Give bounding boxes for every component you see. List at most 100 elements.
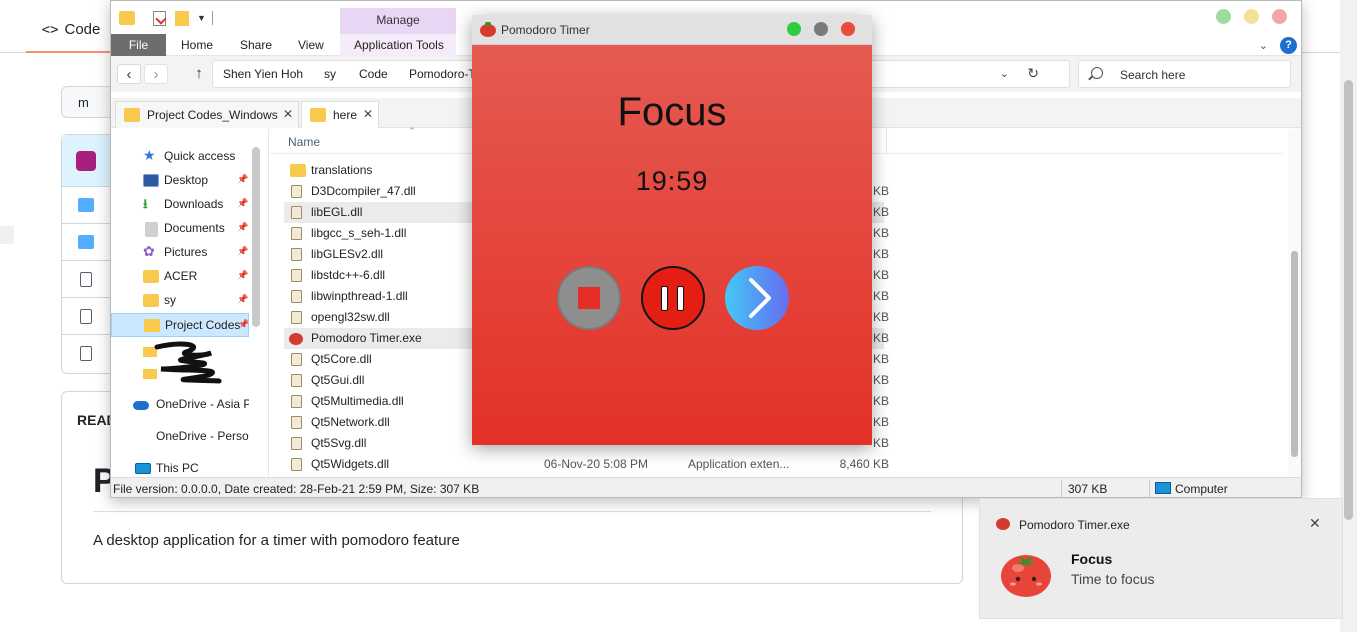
breadcrumb[interactable]: Pomodoro-T bbox=[409, 67, 476, 81]
search-input[interactable]: Search here bbox=[1078, 60, 1291, 88]
navigation-pane: ★ Quick access Desktop 📌 ⭳ Downloads 📌 Docum… bbox=[111, 129, 268, 476]
status-info: File version: 0.0.0.0, Date created: 28-… bbox=[113, 482, 480, 496]
properties-icon[interactable] bbox=[153, 11, 166, 26]
dll-file-icon bbox=[291, 437, 302, 450]
scrollbar-thumb[interactable] bbox=[1291, 251, 1298, 457]
branch-label: m bbox=[78, 95, 89, 110]
file-list-scrollbar[interactable] bbox=[1288, 129, 1301, 476]
toast-body: Time to focus bbox=[1071, 571, 1155, 587]
tab-label: here bbox=[333, 108, 358, 122]
up-button[interactable]: ↑ bbox=[187, 64, 211, 84]
folder-icon bbox=[124, 108, 140, 122]
toast-app-name: Pomodoro Timer.exe bbox=[1019, 518, 1130, 532]
minimize-button[interactable] bbox=[814, 22, 828, 36]
folder-icon bbox=[144, 319, 160, 332]
sidebar-item-label: This PC bbox=[156, 461, 199, 475]
timer-display: 19:59 bbox=[635, 166, 709, 196]
file-name: Qt5Svg.dll bbox=[311, 436, 367, 450]
sidebar-item-onedrive-personal[interactable]: OneDrive - Person bbox=[111, 425, 249, 449]
sidebar-item-downloads[interactable]: ⭳ Downloads 📌 bbox=[111, 193, 249, 217]
sidebar-item-acer[interactable]: ACER 📌 bbox=[111, 265, 249, 289]
tab-share[interactable]: Share bbox=[240, 34, 272, 56]
status-bar: File version: 0.0.0.0, Date created: 28-… bbox=[111, 477, 1301, 497]
customize-toolbar-icon[interactable]: ▼ bbox=[197, 13, 206, 23]
sidebar-item-project-codes[interactable]: Project Codes 📌 bbox=[111, 313, 249, 337]
close-icon[interactable]: ✕ bbox=[283, 107, 293, 121]
minimize-button[interactable] bbox=[1244, 9, 1259, 24]
tomato-icon bbox=[289, 333, 303, 345]
close-icon[interactable]: ✕ bbox=[363, 107, 373, 121]
next-button[interactable] bbox=[725, 266, 789, 330]
new-folder-icon[interactable] bbox=[175, 11, 189, 26]
pomodoro-body: Focus 19:59 bbox=[472, 45, 872, 445]
sort-arrow-icon: ⌃ bbox=[408, 126, 416, 136]
stop-button[interactable] bbox=[557, 266, 621, 330]
sidebar-item-label: Downloads bbox=[164, 197, 224, 211]
maximize-button[interactable] bbox=[1216, 9, 1231, 24]
manage-context-tab[interactable]: Manage bbox=[340, 8, 456, 34]
tab-code[interactable]: <> Code bbox=[26, 8, 116, 53]
page-edge-marker bbox=[0, 226, 14, 244]
breadcrumb[interactable]: Code bbox=[359, 67, 388, 81]
file-type: Application exten... bbox=[688, 457, 790, 471]
tab-file[interactable]: File bbox=[111, 34, 166, 56]
pomodoro-titlebar[interactable]: Pomodoro Timer bbox=[472, 15, 872, 45]
sidebar-item-sy[interactable]: sy 📌 bbox=[111, 289, 249, 313]
notification-toast[interactable]: Pomodoro Timer.exe ✕ Focus Time to focus bbox=[979, 498, 1343, 619]
sidebar-item-quick-access[interactable]: ★ Quick access bbox=[111, 145, 249, 169]
sidebar-item-label: Desktop bbox=[164, 173, 209, 187]
sidebar-item-pictures[interactable]: ✿ Pictures 📌 bbox=[111, 241, 249, 265]
forward-button[interactable]: › bbox=[144, 64, 168, 84]
chevron-down-icon[interactable]: ⌄ bbox=[1259, 39, 1268, 52]
sidebar-item-label: Quick access bbox=[164, 149, 236, 163]
close-icon[interactable]: ✕ bbox=[1309, 515, 1321, 532]
avatar[interactable] bbox=[76, 151, 96, 171]
table-row[interactable]: Qt5Widgets.dll 06-Nov-20 5:08 PM Applicati… bbox=[284, 454, 889, 475]
dll-file-icon bbox=[291, 395, 302, 408]
status-size: 307 KB bbox=[1068, 482, 1108, 496]
refresh-icon[interactable]: ↻ bbox=[1027, 65, 1039, 82]
breadcrumb[interactable]: sy bbox=[324, 67, 336, 81]
folder-icon bbox=[143, 294, 159, 307]
pomodoro-window: Pomodoro Timer Focus 19:59 bbox=[472, 15, 872, 445]
help-icon[interactable]: ? bbox=[1280, 37, 1297, 54]
file-name: Qt5Gui.dll bbox=[311, 373, 365, 387]
pictures-icon: ✿ bbox=[143, 243, 155, 259]
computer-icon bbox=[1155, 482, 1171, 494]
sidebar-item-label: OneDrive - Asia Pa bbox=[156, 397, 249, 411]
tab-here[interactable]: here ✕ bbox=[301, 101, 379, 128]
status-location: Computer bbox=[1175, 482, 1228, 496]
sidebar-item-label: Pictures bbox=[164, 245, 208, 259]
column-name[interactable]: Name bbox=[288, 135, 320, 149]
scrollbar-thumb[interactable] bbox=[1344, 80, 1353, 520]
tab-view[interactable]: View bbox=[298, 34, 324, 56]
maximize-button[interactable] bbox=[787, 22, 801, 36]
pause-button[interactable] bbox=[641, 266, 705, 330]
ribbon-right-controls: ⌄ ? bbox=[1259, 37, 1297, 54]
tab-project-codes[interactable]: Project Codes_Windows ✕ bbox=[115, 101, 299, 128]
file-date: 06-Nov-20 5:08 PM bbox=[544, 457, 649, 471]
sidebar-item-documents[interactable]: Documents 📌 bbox=[111, 217, 249, 241]
sidebar-item-desktop[interactable]: Desktop 📌 bbox=[111, 169, 249, 193]
divider bbox=[886, 129, 887, 154]
window-controls bbox=[1216, 9, 1287, 24]
close-button[interactable] bbox=[1272, 9, 1287, 24]
file-size: 8,460 KB bbox=[839, 457, 889, 471]
back-button[interactable]: ‹ bbox=[117, 64, 141, 84]
next-icon bbox=[749, 278, 771, 318]
breadcrumb[interactable]: Shen Yien Hoh bbox=[223, 67, 303, 81]
dll-file-icon bbox=[291, 185, 302, 198]
sidebar-scrollbar[interactable] bbox=[252, 147, 260, 327]
dll-file-icon bbox=[291, 269, 302, 282]
sidebar-item-onedrive-asia[interactable]: OneDrive - Asia Pa bbox=[111, 393, 249, 417]
tab-home[interactable]: Home bbox=[181, 34, 213, 56]
divider bbox=[212, 11, 213, 25]
dll-file-icon bbox=[291, 353, 302, 366]
desktop-icon bbox=[143, 174, 159, 187]
file-name: Qt5Multimedia.dll bbox=[311, 394, 404, 408]
dll-file-icon bbox=[291, 248, 302, 261]
chevron-down-icon[interactable]: ⌄ bbox=[1000, 67, 1009, 80]
tab-application-tools[interactable]: Application Tools bbox=[340, 34, 456, 56]
sidebar-item-label: Documents bbox=[164, 221, 225, 235]
close-button[interactable] bbox=[841, 22, 855, 36]
